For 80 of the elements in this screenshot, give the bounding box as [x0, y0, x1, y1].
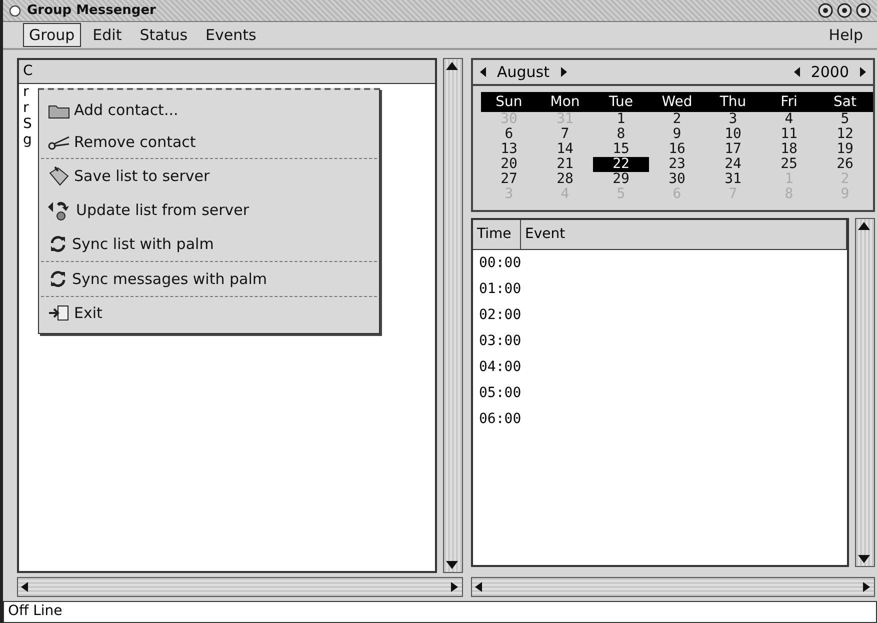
- calendar-day[interactable]: 7: [537, 127, 593, 142]
- calendar-day[interactable]: 26: [817, 157, 873, 172]
- vertical-scrollbar[interactable]: [855, 218, 875, 567]
- column-header[interactable]: Event: [521, 220, 847, 249]
- menu-entry[interactable]: Exit: [39, 297, 379, 329]
- calendar-day[interactable]: 28: [537, 172, 593, 187]
- calendar-day[interactable]: 1: [593, 112, 649, 127]
- calendar-day[interactable]: 20: [481, 157, 537, 172]
- time-cell-text: 00:00: [478, 254, 522, 273]
- vertical-scrollbar[interactable]: [443, 58, 463, 573]
- calendar-day[interactable]: 3: [705, 112, 761, 127]
- calendar-day[interactable]: 30: [649, 172, 705, 187]
- calendar-day[interactable]: 21: [537, 157, 593, 172]
- menu-entry[interactable]: Update list from server: [39, 193, 379, 227]
- calendar-day[interactable]: 29: [593, 172, 649, 187]
- time-cell-text: 01:00: [478, 280, 522, 299]
- year-label: 2000: [810, 63, 849, 81]
- weekday-header: Wed: [649, 92, 705, 112]
- calendar-day[interactable]: 24: [705, 157, 761, 172]
- minimize-button[interactable]: [818, 3, 833, 18]
- calendar-day[interactable]: 31: [705, 172, 761, 187]
- calendar-day[interactable]: 16: [649, 142, 705, 157]
- menu-entry[interactable]: Add contact...: [39, 94, 379, 126]
- column-header[interactable]: Time: [473, 220, 521, 249]
- time-cell-text: 04:00: [478, 358, 522, 377]
- weekday-header: Sat: [817, 92, 873, 112]
- time-cell-text: 05:00: [478, 384, 522, 403]
- weekday-header: Thu: [705, 92, 761, 112]
- weekday-header: Mon: [537, 92, 593, 112]
- horizontal-scrollbar[interactable]: [471, 577, 875, 597]
- calendar-day[interactable]: 27: [481, 172, 537, 187]
- calendar-day[interactable]: 19: [817, 142, 873, 157]
- menu-entry-label: Sync messages with palm: [72, 270, 267, 288]
- menu-item[interactable]: Edit: [86, 23, 128, 47]
- calendar-day[interactable]: 17: [705, 142, 761, 157]
- calendar-day[interactable]: 5: [817, 112, 873, 127]
- column-header[interactable]: C: [19, 60, 435, 84]
- menu-entry-label: Sync list with palm: [72, 235, 214, 253]
- window-menu-icon[interactable]: [9, 4, 21, 16]
- menu-item[interactable]: Help: [822, 23, 869, 47]
- calendar-day[interactable]: 2: [649, 112, 705, 127]
- calendar-day[interactable]: 25: [761, 157, 817, 172]
- calendar-day[interactable]: 11: [761, 127, 817, 142]
- calendar-day[interactable]: 4: [761, 112, 817, 127]
- menu-item[interactable]: Status: [134, 23, 194, 47]
- calendar-day[interactable]: 6: [481, 127, 537, 142]
- menu-entry-label: Save list to server: [74, 167, 210, 185]
- calendar-day[interactable]: 23: [649, 157, 705, 172]
- time-cell-text: 02:00: [478, 306, 522, 325]
- month-label: August: [497, 63, 550, 81]
- status-bar: Off Line: [3, 601, 877, 623]
- menu-entry-label: Exit: [74, 304, 102, 322]
- horizontal-scrollbar[interactable]: [17, 577, 463, 597]
- maximize-button[interactable]: [837, 3, 852, 18]
- calendar-day[interactable]: 12: [817, 127, 873, 142]
- menu-entry[interactable]: Sync list with palm: [39, 227, 379, 261]
- menu-entry-label: Add contact...: [74, 101, 178, 119]
- time-cell-text: 03:00: [478, 332, 522, 351]
- calendar-day[interactable]: 15: [593, 142, 649, 157]
- menu-entry[interactable]: Save list to server: [39, 159, 379, 193]
- time-cell-text: 06:00: [478, 410, 522, 429]
- menu-entry-label: Update list from server: [76, 201, 250, 219]
- weekday-header: Fri: [761, 92, 817, 112]
- weekday-header: Sun: [481, 92, 537, 112]
- calendar-day[interactable]: 8: [593, 127, 649, 142]
- calendar-day[interactable]: 14: [537, 142, 593, 157]
- calendar-day[interactable]: 18: [761, 142, 817, 157]
- window-title: Group Messenger: [27, 3, 156, 18]
- menu-item[interactable]: Events: [200, 23, 262, 47]
- calendar-day[interactable]: 13: [481, 142, 537, 157]
- exit-icon: [47, 303, 71, 323]
- calendar-day[interactable]: 10: [705, 127, 761, 142]
- menu-entry[interactable]: Remove contact: [39, 126, 379, 158]
- calendar-day[interactable]: 9: [649, 127, 705, 142]
- menu-entry[interactable]: Sync messages with palm: [39, 262, 379, 296]
- calendar-day[interactable]: 22: [593, 157, 649, 172]
- close-button[interactable]: [856, 3, 871, 18]
- menu-entry-label: Remove contact: [74, 133, 196, 151]
- menu-item[interactable]: Group: [23, 23, 81, 47]
- weekday-header: Tue: [593, 92, 649, 112]
